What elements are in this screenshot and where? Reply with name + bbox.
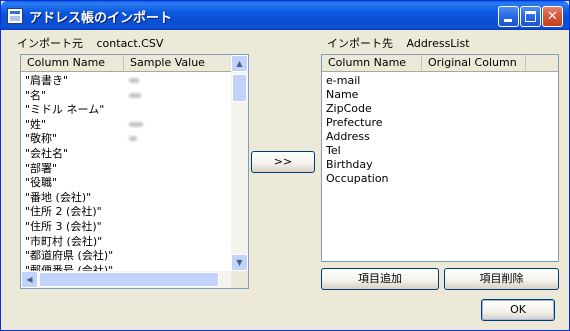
source-row-column-name: "市町村 (会社)": [25, 234, 103, 248]
source-horizontal-scrollbar[interactable]: ◀: [21, 271, 231, 288]
source-columns-list[interactable]: Column Name Sample Value "肩書き" "名" "ミドル ネー…: [20, 54, 249, 289]
maximize-button[interactable]: [520, 6, 541, 27]
target-row-column-name: e-mail: [326, 74, 361, 87]
transfer-button[interactable]: >>: [251, 151, 315, 173]
minimize-button[interactable]: [498, 6, 519, 27]
target-row-column-name: Prefecture: [326, 116, 383, 129]
target-label: インポート先 AddressList: [327, 35, 470, 51]
target-header-spacer: [526, 55, 558, 72]
target-row-column-name: Tel: [326, 144, 341, 157]
horizontal-scroll-thumb[interactable]: [39, 272, 219, 287]
source-row-column-name: "都道府県 (会社)": [25, 249, 114, 263]
scroll-up-icon[interactable]: ▲: [231, 55, 248, 72]
source-row-sample-value: [129, 121, 143, 127]
title-bar[interactable]: アドレス帳のインポート ✕: [1, 1, 569, 30]
target-name: AddressList: [406, 37, 470, 50]
window-title: アドレス帳のインポート: [29, 11, 173, 26]
close-icon: ✕: [547, 9, 558, 24]
source-vertical-scrollbar[interactable]: ▲ ▼: [231, 55, 248, 271]
source-row-column-name: "住所 3 (会社)": [25, 220, 102, 233]
source-row-column-name: "名": [25, 88, 47, 102]
source-row-column-name: "姓": [25, 117, 47, 131]
source-header-sample-value[interactable]: Sample Value: [124, 55, 233, 72]
target-columns-list[interactable]: Column Name Original Column e-mail Name Zi…: [321, 54, 559, 262]
target-header-original-column[interactable]: Original Column: [422, 55, 526, 72]
source-row-column-name: "住所 2 (会社)": [25, 205, 102, 219]
target-row-column-name: Birthday: [326, 158, 373, 171]
scroll-down-icon[interactable]: ▼: [231, 254, 248, 271]
target-label-text: インポート先: [327, 37, 393, 50]
maximize-icon: [525, 11, 536, 22]
source-row-column-name: "肩書き": [25, 74, 69, 87]
import-dialog: アドレス帳のインポート ✕ インポート元 contact.CSV Column …: [0, 0, 570, 331]
target-row-column-name: ZipCode: [326, 102, 372, 115]
source-row-sample-value: [129, 92, 141, 98]
source-row-sample-value: [129, 78, 139, 83]
scroll-thumb[interactable]: [232, 74, 247, 102]
source-row-column-name: "敬称": [25, 132, 58, 146]
source-label: インポート元 contact.CSV: [17, 35, 163, 51]
source-row-sample-value: [129, 136, 137, 142]
source-row-column-name: "番地 (会社)": [25, 190, 92, 204]
minimize-icon: [504, 19, 512, 22]
source-row-column-name: "ミドル ネーム": [25, 103, 105, 117]
scroll-left-icon[interactable]: ◀: [21, 271, 38, 288]
source-file-name: contact.CSV: [96, 37, 164, 50]
target-header-column-name[interactable]: Column Name: [322, 55, 422, 72]
source-row-column-name: "会社名": [25, 147, 69, 160]
source-label-text: インポート元: [17, 37, 83, 50]
ok-button[interactable]: OK: [481, 299, 555, 321]
source-row-column-name: "役職": [25, 176, 58, 190]
scrollbar-corner: [231, 271, 248, 288]
source-row-column-name: "部署": [25, 161, 58, 175]
close-button[interactable]: ✕: [542, 6, 563, 27]
delete-field-button[interactable]: 項目削除: [444, 268, 559, 290]
target-row-column-name: Address: [326, 130, 370, 143]
add-field-button[interactable]: 項目追加: [321, 268, 439, 290]
target-row-column-name: Name: [326, 88, 359, 101]
source-header-column-name[interactable]: Column Name: [21, 55, 124, 72]
app-icon: [7, 8, 23, 24]
target-row-column-name: Occupation: [326, 172, 389, 185]
